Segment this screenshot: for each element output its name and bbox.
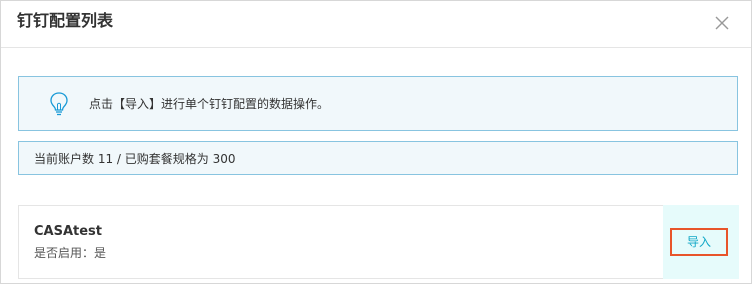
- config-name: CASAtest: [34, 224, 103, 239]
- dialog-title: 钉钉配置列表: [17, 11, 114, 30]
- import-button[interactable]: 导入: [670, 228, 728, 256]
- dialog-header: 钉钉配置列表: [1, 1, 751, 48]
- config-card: CASAtest 是否启用：是 导入: [18, 205, 739, 279]
- config-enabled-status: 是否启用：是: [34, 246, 107, 260]
- account-count-text: 当前账户数 11 / 已购套餐规格为 300: [34, 152, 236, 166]
- close-icon[interactable]: [711, 12, 733, 34]
- lightbulb-icon: [49, 91, 69, 117]
- account-count-banner: 当前账户数 11 / 已购套餐规格为 300: [18, 141, 738, 175]
- tip-banner: 点击【导入】进行单个钉钉配置的数据操作。: [18, 76, 738, 131]
- config-action-panel: 导入: [663, 205, 739, 279]
- tip-text: 点击【导入】进行单个钉钉配置的数据操作。: [89, 97, 330, 111]
- config-list-dialog: 钉钉配置列表 点击【导入】进行单个钉钉配置的数据操作。 当前账户数 11 / 已…: [0, 0, 752, 284]
